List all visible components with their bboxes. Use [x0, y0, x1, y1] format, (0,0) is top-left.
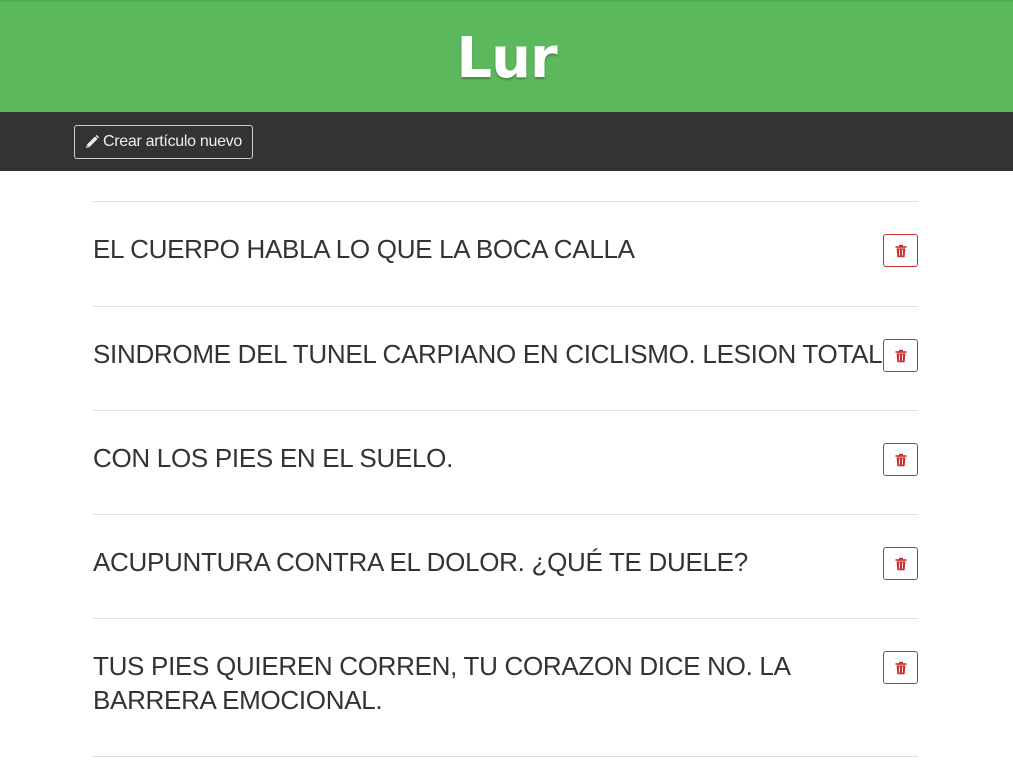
navbar: Crear artículo nuevo: [0, 112, 1013, 171]
pencil-icon: [86, 134, 100, 148]
article-title[interactable]: CON LOS PIES EN EL SUELO.: [93, 441, 883, 475]
list-item: SINDROME DEL TUNEL CARPIANO EN CICLISMO.…: [93, 306, 918, 410]
article-title[interactable]: SINDROME DEL TUNEL CARPIANO EN CICLISMO.…: [93, 337, 883, 371]
trash-icon: [895, 244, 906, 257]
delete-article-button[interactable]: [883, 443, 918, 476]
site-brand[interactable]: Lur: [456, 26, 557, 91]
new-article-button[interactable]: Crear artículo nuevo: [74, 125, 253, 159]
article-title[interactable]: TUS PIES QUIEREN CORREN, TU CORAZON DICE…: [93, 649, 883, 717]
delete-article-button[interactable]: [883, 651, 918, 684]
trash-icon: [895, 661, 906, 674]
trash-icon: [895, 349, 906, 362]
list-item: EL CUERPO HABLA LO QUE LA BOCA CALLA: [93, 201, 918, 306]
article-title[interactable]: ACUPUNTURA CONTRA EL DOLOR. ¿QUÉ TE DUEL…: [93, 545, 883, 579]
trash-icon: [895, 453, 906, 466]
list-item: ACUPUNTURA CONTRA EL DOLOR. ¿QUÉ TE DUEL…: [93, 514, 918, 618]
delete-article-button[interactable]: [883, 547, 918, 580]
delete-article-button[interactable]: [883, 339, 918, 372]
list-item: CON LOS PIES EN EL SUELO.: [93, 410, 918, 514]
list-item: TUS PIES QUIEREN CORREN, TU CORAZON DICE…: [93, 618, 918, 757]
article-title[interactable]: EL CUERPO HABLA LO QUE LA BOCA CALLA: [93, 232, 883, 266]
site-header: Lur: [0, 0, 1013, 112]
article-list: EL CUERPO HABLA LO QUE LA BOCA CALLA SIN…: [93, 201, 918, 757]
trash-icon: [895, 557, 906, 570]
new-article-label: Crear artículo nuevo: [103, 133, 242, 150]
delete-article-button[interactable]: [883, 234, 918, 267]
